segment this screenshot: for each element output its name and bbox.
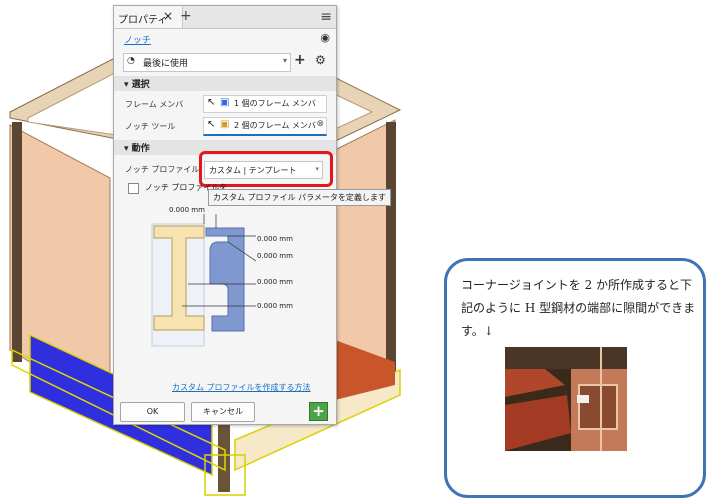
dim-value[interactable]: 0.000 mm [257, 235, 293, 243]
tab-label: プロパティ [118, 15, 168, 26]
column-right [386, 122, 396, 390]
add-tab-icon[interactable]: + [180, 8, 192, 24]
column-left [12, 122, 22, 362]
add-preset-button[interactable]: + [294, 52, 306, 68]
frame-member-value: 1 個のフレーム メンバ [234, 99, 316, 108]
eye-icon[interactable]: ◉ [320, 31, 330, 44]
callout-image [505, 347, 627, 451]
clock-icon: ◔ [127, 56, 135, 66]
cube-icon: ▣ [220, 119, 230, 130]
cursor-icon: ↖ [207, 119, 216, 130]
notch-tool-value: 2 個のフレーム メンバ [234, 121, 316, 130]
frame-member-label: フレーム メンバ [125, 100, 184, 109]
ok-button[interactable]: OK [120, 402, 185, 422]
callout-text: コーナージョイントを 2 か所作成すると下記のように H 型鋼材の端部に隙間がで… [461, 278, 696, 338]
dim-value[interactable]: 0.000 mm [257, 302, 293, 310]
notch-profile-checkbox[interactable] [128, 183, 139, 194]
chevron-down-icon: ▾ [282, 56, 287, 65]
property-panel: プロパティ × + ≡ ノッチ ◉ ◔ 最後に使用 ▾ + ⚙ ▾ 選択 フレー… [113, 5, 391, 425]
create-profile-link[interactable]: カスタム プロファイルを作成する方法 [172, 382, 311, 393]
cube-icon: ▣ [220, 97, 230, 108]
close-icon[interactable]: × [163, 9, 173, 23]
tab-properties[interactable]: プロパティ × [114, 6, 183, 28]
preset-value: 最後に使用 [143, 59, 189, 69]
panel-tabbar: プロパティ × + ≡ [114, 6, 336, 29]
gear-icon[interactable]: ⚙ [315, 53, 326, 67]
frame-member-selector[interactable]: ↖ ▣ 1 個のフレーム メンバ [203, 95, 327, 113]
section-selection[interactable]: ▾ 選択 [114, 76, 336, 91]
section-action-label: ▾ 動作 [124, 144, 150, 154]
feature-name-link[interactable]: ノッチ [124, 33, 151, 46]
dim-value[interactable]: 0.000 mm [257, 252, 293, 260]
notch-profile-shape [205, 227, 245, 332]
notch-profile-label: ノッチ プロファイル [125, 165, 200, 174]
section-selection-label: ▾ 選択 [124, 80, 150, 90]
notch-tool-label: ノッチ ツール [125, 122, 176, 131]
notch-tool-selector[interactable]: ↖ ▣ 2 個のフレーム メンバ ⊗ [203, 117, 327, 136]
dim-value[interactable]: 0.000 mm [257, 278, 293, 286]
hamburger-icon[interactable]: ≡ [320, 9, 332, 25]
cursor-icon: ↖ [207, 97, 216, 108]
preset-dropdown[interactable]: ◔ 最後に使用 ▾ [123, 53, 291, 72]
cancel-button[interactable]: キャンセル [191, 402, 255, 422]
clear-icon[interactable]: ⊗ [316, 119, 324, 129]
apply-plus-button[interactable]: + [309, 402, 328, 421]
tooltip: カスタム プロファイル パラメータを定義します [208, 189, 391, 206]
callout-box: コーナージョイントを 2 か所作成すると下記のように H 型鋼材の端部に隙間がで… [444, 258, 706, 498]
dim-value[interactable]: 0.000 mm [169, 206, 205, 214]
